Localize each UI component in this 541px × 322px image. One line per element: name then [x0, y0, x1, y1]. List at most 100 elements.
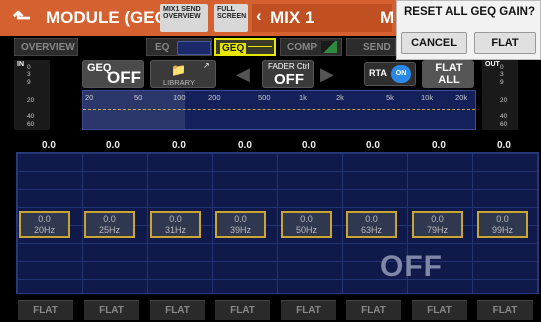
band-gain: 0.0 [300, 214, 313, 224]
band-flat-button[interactable]: FLAT [84, 300, 139, 320]
tab-comp[interactable]: COMP [280, 38, 342, 56]
band-flat-button[interactable]: FLAT [412, 300, 467, 320]
meter-scale-label: 9 [27, 79, 31, 86]
freq-tick: 500 [258, 93, 271, 102]
band-freq: 50Hz [295, 225, 317, 235]
fader-ctrl-label: FADER Ctrl [268, 62, 310, 71]
eq-mini-graph [177, 41, 211, 55]
meter-scale-label: 20 [500, 97, 508, 104]
meter-scale-label: 9 [500, 79, 504, 86]
band-flat-button[interactable]: FLAT [18, 300, 73, 320]
flat-label: FLAT [33, 305, 58, 316]
fader-ctrl-button[interactable]: FADER Ctrl OFF [262, 60, 314, 88]
band-flat-button[interactable]: FLAT [150, 300, 205, 320]
dialog-title: RESET ALL GEQ GAIN? [404, 6, 535, 18]
band-flat-button[interactable]: FLAT [346, 300, 401, 320]
mix-send-overview-label: MIX1 SEND OVERVIEW [163, 6, 201, 20]
band-gain: 0.0 [431, 214, 444, 224]
band-freq: 63Hz [360, 225, 382, 235]
freq-tick: 200 [208, 93, 221, 102]
flat-label: FLAT [165, 305, 190, 316]
band-value: 0.0 [366, 140, 380, 151]
flat-label: FLAT [361, 305, 386, 316]
band-fader-79hz[interactable]: 0.0 79Hz [412, 211, 463, 238]
freq-tick: 5k [386, 93, 394, 102]
comp-mini-graph [321, 41, 337, 53]
meter-scale-label: 20 [27, 97, 35, 104]
band-fader-99hz[interactable]: 0.0 99Hz [477, 211, 528, 238]
flat-label: FLAT [492, 305, 518, 316]
freq-tick: 20k [455, 93, 468, 102]
cancel-button[interactable]: CANCEL [401, 32, 467, 54]
freq-tick: 1k [299, 93, 307, 102]
tab-send[interactable]: SEND [346, 38, 396, 56]
flat-label: FLAT [99, 305, 124, 316]
rta-toggle[interactable]: RTA ON [364, 62, 416, 86]
band-gain: 0.0 [169, 214, 182, 224]
chevron-left-icon[interactable]: ‹ [256, 6, 262, 26]
band-freq: 99Hz [491, 225, 513, 235]
geq-state: OFF [107, 68, 141, 87]
full-screen-label: FULL SCREEN [217, 6, 247, 20]
popout-icon: ↗ [203, 61, 210, 70]
geq-onoff-button[interactable]: GEQ OFF [82, 60, 144, 88]
geq-mini-line [248, 46, 272, 47]
band-fader-63hz[interactable]: 0.0 63Hz [346, 211, 397, 238]
flat-label: FLAT [296, 305, 321, 316]
band-value: 0.0 [106, 140, 120, 151]
freq-tick: 2k [336, 93, 344, 102]
arrow-left-icon[interactable]: ◀ [236, 64, 250, 85]
freq-tick: 20 [85, 93, 94, 102]
geq-off-overlay: OFF [380, 250, 443, 283]
band-fader-39hz[interactable]: 0.0 39Hz [215, 211, 266, 238]
in-label: IN [17, 61, 24, 68]
flat-confirm-label: FLAT [491, 37, 519, 49]
band-freq: 79Hz [426, 225, 448, 235]
back-arrow-icon[interactable]: ⬑ [4, 4, 40, 32]
band-value: 0.0 [238, 140, 252, 151]
band-gain: 0.0 [365, 214, 378, 224]
tab-geq[interactable]: GEQ [214, 38, 276, 56]
tab-geq-label: GEQ [220, 43, 247, 54]
band-fader-20hz[interactable]: 0.0 20Hz [19, 211, 70, 238]
band-fader-31hz[interactable]: 0.0 31Hz [150, 211, 201, 238]
band-value: 0.0 [302, 140, 316, 151]
band-freq: 31Hz [164, 225, 186, 235]
band-fader-25hz[interactable]: 0.0 25Hz [84, 211, 135, 238]
band-fader-50hz[interactable]: 0.0 50Hz [281, 211, 332, 238]
mix-label: MIX 1 [270, 8, 315, 27]
library-button[interactable]: 📁 ↗ LIBRARY [150, 60, 216, 88]
band-value: 0.0 [497, 140, 511, 151]
meter-scale-label: 40 [27, 113, 35, 120]
meter-scale-label: 60 [500, 121, 508, 128]
flat-all-label: FLAT ALL [435, 62, 463, 86]
full-screen-button[interactable]: FULL SCREEN [214, 4, 248, 32]
band-flat-button[interactable]: FLAT [477, 300, 533, 320]
fader-ctrl-state: OFF [274, 71, 304, 88]
band-value: 0.0 [172, 140, 186, 151]
tab-overview[interactable]: OVERVIEW [14, 38, 78, 56]
library-label: LIBRARY [163, 78, 195, 87]
input-meter: IN 0 3 9 20 40 60 [14, 60, 50, 130]
folder-icon: 📁 [171, 63, 186, 77]
band-freq: 25Hz [98, 225, 120, 235]
meter-scale-label: 0 [27, 64, 31, 71]
rta-state: ON [391, 65, 411, 83]
out-label: OUT [485, 61, 500, 68]
module-letter: M [380, 8, 395, 27]
freq-tick: 50 [134, 93, 143, 102]
meter-scale-label: 60 [27, 121, 35, 128]
meter-scale-label: 0 [500, 64, 504, 71]
arrow-right-icon[interactable]: ▶ [320, 64, 334, 85]
band-gain: 0.0 [234, 214, 247, 224]
band-flat-button[interactable]: FLAT [281, 300, 336, 320]
mix-send-overview-button[interactable]: MIX1 SEND OVERVIEW [160, 4, 208, 32]
flat-confirm-button[interactable]: FLAT [474, 32, 536, 54]
rta-label: RTA [369, 68, 387, 78]
band-flat-button[interactable]: FLAT [215, 300, 270, 320]
output-meter: OUT 0 3 9 20 40 60 [482, 60, 518, 130]
band-gain: 0.0 [103, 214, 116, 224]
band-value: 0.0 [42, 140, 56, 151]
flat-all-button[interactable]: FLAT ALL [422, 60, 474, 88]
tab-eq[interactable]: EQ [146, 38, 212, 56]
